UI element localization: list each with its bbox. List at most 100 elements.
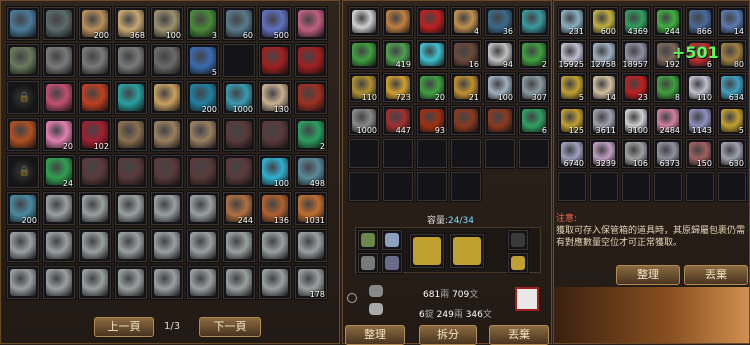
right_panel-slot[interactable]: 3239 [589,138,619,169]
next-page-button[interactable]: 下一頁 [199,317,261,337]
left_panel-slot[interactable] [294,6,328,41]
left_panel-slot[interactable]: 102 [78,117,112,152]
left_panel-slot[interactable] [42,191,76,226]
left_panel-slot[interactable] [78,265,112,300]
middle_panel-slot[interactable] [484,138,516,169]
middle_panel-slot[interactable]: 2 [518,39,550,70]
left_panel-slot[interactable] [114,154,148,189]
left_panel-slot[interactable]: 2 [294,117,328,152]
left_panel-slot[interactable] [6,6,40,41]
left_panel-slot[interactable] [6,117,40,152]
middle_panel-slot[interactable]: 110 [348,72,380,103]
right_panel-slot[interactable]: 110 [685,72,715,103]
right_panel-slot[interactable]: 6373 [653,138,683,169]
left_panel-slot[interactable] [6,228,40,263]
left_panel-slot[interactable]: 20 [42,117,76,152]
left_panel-slot[interactable] [258,228,292,263]
right_panel-slot[interactable]: 2484 [653,105,683,136]
left_panel-slot[interactable] [186,154,220,189]
bag-icon[interactable] [507,229,529,251]
left_panel-slot[interactable] [222,117,256,152]
middle_panel-slot[interactable] [450,138,482,169]
right_panel-slot[interactable]: 4369 [621,6,651,37]
left_panel-slot[interactable] [294,228,328,263]
gold-bag-icon[interactable] [507,252,529,274]
left_panel-slot[interactable] [114,80,148,115]
left_panel-slot[interactable] [150,117,184,152]
left_panel-slot[interactable]: 200 [186,80,220,115]
left_panel-slot[interactable]: 178 [294,265,328,300]
right_panel-slot[interactable]: 866 [685,6,715,37]
left_panel-slot[interactable] [150,80,184,115]
left_panel-slot[interactable]: 200 [78,6,112,41]
left_panel-slot[interactable]: 368 [114,6,148,41]
middle_panel-slot[interactable] [416,171,448,202]
right_panel-slot[interactable]: 14 [589,72,619,103]
left_panel-slot[interactable] [150,154,184,189]
radio-icon[interactable] [347,293,357,303]
left_panel-slot[interactable] [294,80,328,115]
middle_panel-slot[interactable] [484,105,516,136]
middle_panel-slot[interactable] [348,6,380,37]
left_panel-slot[interactable] [150,265,184,300]
middle_panel-slot[interactable] [450,105,482,136]
left_panel-slot[interactable] [150,43,184,78]
left_panel-slot[interactable] [222,228,256,263]
left_panel-slot[interactable]: 498 [294,154,328,189]
left_panel-slot[interactable]: 500 [258,6,292,41]
right_panel-slot[interactable] [621,171,651,202]
left_panel-slot[interactable] [114,43,148,78]
left_panel-slot[interactable] [42,43,76,78]
right_panel-slot[interactable]: 1143 [685,105,715,136]
left_panel-slot[interactable]: 3 [186,6,220,41]
middle_panel-slot[interactable]: 21 [450,72,482,103]
left_panel-slot[interactable]: 1000 [222,80,256,115]
left_panel-slot[interactable] [78,80,112,115]
left_panel-slot[interactable] [42,6,76,41]
middle_panel-slot[interactable]: 100 [484,72,516,103]
right_panel-slot[interactable]: 600 [589,6,619,37]
gold-bar-icon[interactable] [449,233,485,269]
middle_panel-slot[interactable] [382,6,414,37]
storage-sort-button[interactable]: 整理 [616,265,680,285]
left_panel-slot[interactable] [150,228,184,263]
middle_panel-slot[interactable]: 307 [518,72,550,103]
left_panel-slot[interactable] [150,191,184,226]
right_panel-slot[interactable]: 5 [557,72,587,103]
middle_panel-slot[interactable] [518,6,550,37]
left_panel-slot[interactable] [78,191,112,226]
middle_panel-slot[interactable] [416,6,448,37]
left_panel-slot[interactable] [42,265,76,300]
right_panel-slot[interactable] [653,171,683,202]
right_panel-slot[interactable]: 8 [653,72,683,103]
middle_panel-slot[interactable] [450,171,482,202]
middle_panel-slot[interactable]: 20 [416,72,448,103]
right_panel-slot[interactable]: 150 [685,138,715,169]
right_panel-slot[interactable]: 244 [653,6,683,37]
middle_panel-slot[interactable] [518,138,550,169]
storage-discard-button[interactable]: 丟棄 [684,265,748,285]
left_panel-slot[interactable]: 1031 [294,191,328,226]
prev-page-button[interactable]: 上一頁 [94,317,154,337]
left_panel-slot[interactable] [6,265,40,300]
left_panel-slot[interactable] [222,43,256,78]
left_panel-slot[interactable]: 60 [222,6,256,41]
right_panel-slot[interactable]: 5 [717,105,747,136]
middle_panel-slot[interactable] [382,171,414,202]
right_panel-slot[interactable]: 18957 [621,39,651,70]
left_panel-slot[interactable] [294,43,328,78]
right_panel-slot[interactable]: 125 [557,105,587,136]
left_panel-slot[interactable]: 5 [186,43,220,78]
middle_panel-slot[interactable]: 94 [484,39,516,70]
right_panel-slot[interactable]: 23 [621,72,651,103]
right_panel-slot[interactable]: 80 [717,39,747,70]
split-button[interactable]: 拆分 [419,325,477,345]
right_panel-slot[interactable]: 3100 [621,105,651,136]
gold-bar-icon[interactable] [409,233,445,269]
left_panel-slot[interactable]: 136 [258,191,292,226]
middle_panel-slot[interactable] [348,171,380,202]
left_panel-slot[interactable] [186,117,220,152]
middle_panel-slot[interactable]: 1000 [348,105,380,136]
left_panel-slot[interactable] [222,154,256,189]
middle_panel-slot[interactable] [416,39,448,70]
